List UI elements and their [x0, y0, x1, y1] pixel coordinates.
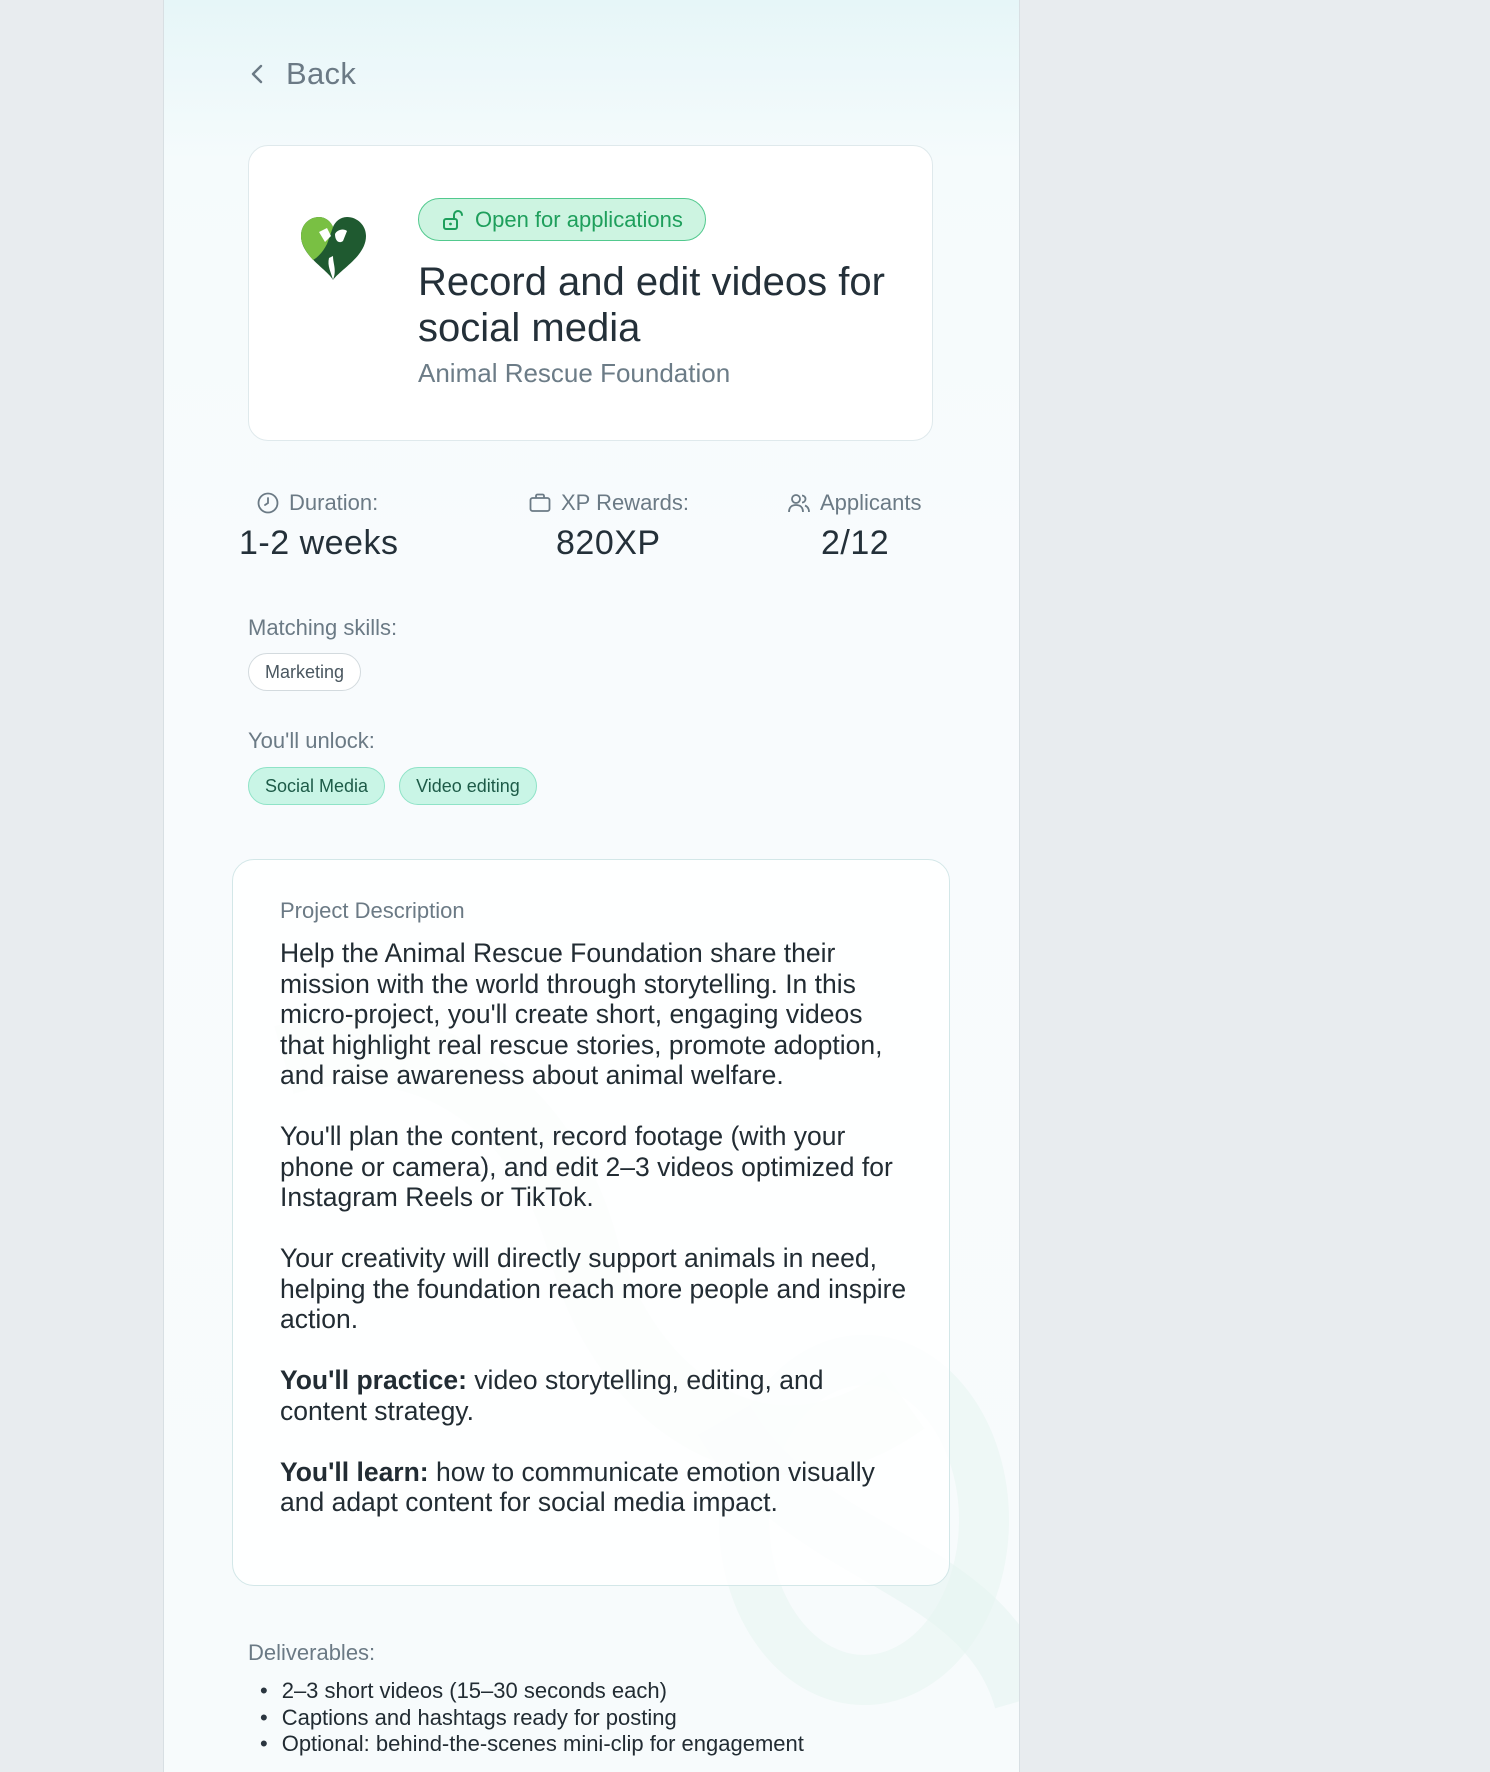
- heart-paw-logo: [301, 217, 366, 280]
- back-button[interactable]: Back: [248, 56, 356, 92]
- description-paragraph: You'll plan the content, record footage …: [280, 1121, 893, 1212]
- description-paragraph: Your creativity will directly support an…: [280, 1243, 907, 1334]
- learn-label: You'll learn:: [280, 1456, 429, 1487]
- deliverable-text: 2–3 short videos (15–30 seconds each): [281, 1678, 667, 1703]
- xp-value: 820XP: [556, 524, 661, 562]
- description-body: Help the Animal Rescue Foundation share …: [280, 938, 910, 1518]
- deliverables-list: • 2–3 short videos (15–30 seconds each) •…: [260, 1678, 804, 1758]
- project-header-card: Open for applications Record and edit vi…: [248, 145, 933, 441]
- project-title: Record and edit videos for social media: [418, 260, 885, 350]
- matching-skills-label: Matching skills:: [248, 615, 398, 640]
- list-item: • Optional: behind-the-scenes mini-clip f…: [260, 1731, 804, 1756]
- stat-applicants: Applicants 2/12: [787, 490, 922, 563]
- stat-xp-rewards: XP Rewards: 820XP: [528, 490, 689, 563]
- matching-skills-list: Marketing: [248, 653, 362, 691]
- list-item: • Captions and hashtags ready for posting: [260, 1704, 677, 1730]
- applicants-value: 2/12: [821, 524, 890, 562]
- status-badge: Open for applications: [418, 198, 706, 241]
- unlock-icon: [443, 209, 463, 230]
- description-title: Project Description: [280, 898, 465, 923]
- duration-label: Duration:: [289, 490, 379, 515]
- practice-paragraph: You'll practice: video storytelling, edi…: [280, 1365, 910, 1426]
- applicants-label: Applicants: [820, 490, 922, 515]
- unlock-skills-list: Social Media Video editing: [248, 767, 537, 805]
- deliverable-text: Optional: behind-the-scenes mini-clip fo…: [281, 1731, 804, 1756]
- practice-label: You'll practice:: [280, 1365, 467, 1395]
- unlock-chip: Video editing: [399, 767, 537, 805]
- project-description-card: Project Description Help the Animal Resc…: [232, 859, 950, 1586]
- stat-duration: Duration: 1-2 weeks: [239, 490, 398, 563]
- briefcase-icon: [529, 493, 551, 512]
- deliverables-label: Deliverables:: [248, 1640, 376, 1665]
- organization-name: Animal Rescue Foundation: [418, 358, 731, 388]
- unlock-chip: Social Media: [248, 767, 386, 805]
- chevron-left-icon: [251, 64, 263, 84]
- xp-label: XP Rewards:: [561, 490, 689, 515]
- skill-chip: Marketing: [248, 653, 362, 691]
- project-detail-panel: Back Open for applications Record and ed…: [163, 0, 1020, 1772]
- duration-value: 1-2 weeks: [239, 524, 399, 562]
- unlock-skills-label: You'll unlock:: [248, 728, 375, 753]
- list-item: • 2–3 short videos (15–30 seconds each): [260, 1678, 667, 1703]
- status-badge-label: Open for applications: [475, 206, 683, 232]
- users-icon: [788, 494, 810, 513]
- back-label: Back: [286, 56, 357, 91]
- description-paragraph: Help the Animal Rescue Foundation share …: [280, 938, 883, 1090]
- learn-paragraph: You'll learn: how to communicate emotion…: [280, 1457, 910, 1518]
- deliverable-text: Captions and hashtags ready for posting: [281, 1704, 677, 1730]
- clock-icon: [257, 492, 279, 514]
